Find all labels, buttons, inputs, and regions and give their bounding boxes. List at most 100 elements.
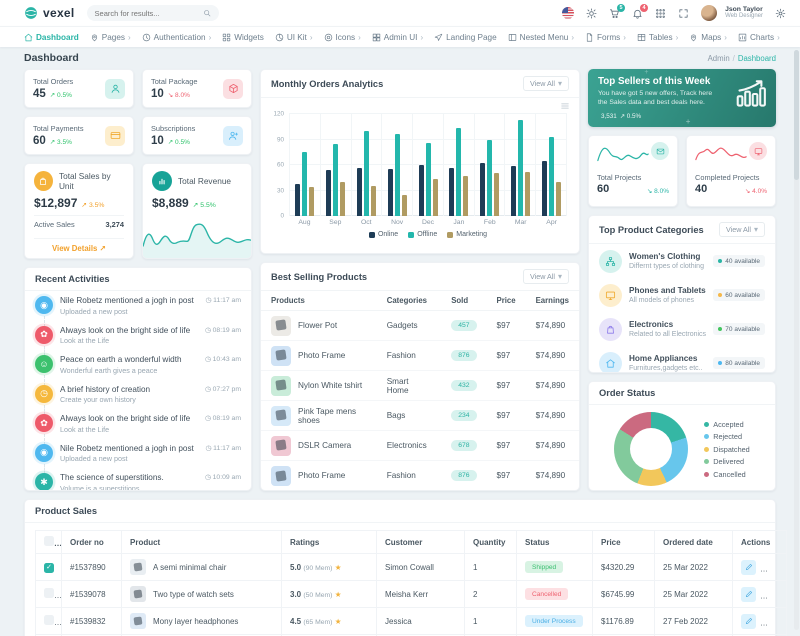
nav-item-landing-page[interactable]: Landing Page <box>434 33 497 42</box>
chart-menu-icon[interactable] <box>560 101 570 111</box>
select-all-checkbox[interactable] <box>44 536 54 546</box>
nav-item-charts[interactable]: Charts › <box>738 33 780 42</box>
bar-online[interactable] <box>449 167 455 216</box>
column-header-order-no[interactable]: Order no <box>61 530 122 554</box>
bar-marketing[interactable] <box>463 176 469 216</box>
bar-offline[interactable] <box>333 143 339 216</box>
bar-marketing[interactable] <box>524 171 530 216</box>
nav-item-pages[interactable]: Pages › <box>90 33 131 42</box>
legend-item-accepted[interactable]: Accepted <box>704 420 750 429</box>
table-row[interactable]: Nylon White tshirt Smart Home 432 $97 $74,89… <box>261 370 579 401</box>
column-header-status[interactable]: Status <box>516 530 593 554</box>
legend-item-offline[interactable]: Offline <box>408 231 437 238</box>
column-header-customer[interactable]: Customer <box>376 530 465 554</box>
bar-offline[interactable] <box>425 142 431 216</box>
nav-item-admin-ui[interactable]: Admin UI › <box>372 33 423 42</box>
activity-item[interactable]: ✿ Always look on the bright side of life L… <box>25 321 251 356</box>
brand-logo[interactable]: vexel <box>24 6 75 20</box>
bar-online[interactable] <box>387 169 393 216</box>
column-header-price[interactable]: Price <box>486 291 526 311</box>
table-row[interactable]: Pink Tape mens shoes Bags 234 $97 $74,890 <box>261 400 579 431</box>
category-item-phones-and-tablets[interactable]: Phones and Tablets All models of phones 60… <box>589 278 775 312</box>
table-row[interactable]: ✓ #1537890 A semi minimal chair 5.0 (90 Mem… <box>35 553 787 581</box>
category-item-women-s-clothing[interactable]: Women's Clothing Differnt types of clothi… <box>589 244 775 278</box>
bar-marketing[interactable] <box>340 182 346 216</box>
column-header-actions[interactable]: Actions <box>732 530 787 554</box>
column-header-earnings[interactable]: Earnings <box>525 291 579 311</box>
row-checkbox[interactable]: ✓ <box>44 562 54 573</box>
column-header-ratings[interactable]: Ratings <box>281 530 377 554</box>
nav-item-tables[interactable]: Tables › <box>637 33 678 42</box>
category-item-electronics[interactable]: Electronics Related to all Electronics 70 … <box>589 312 775 346</box>
edit-button[interactable] <box>741 586 756 602</box>
order-status-donut-chart[interactable] <box>614 412 689 486</box>
view-details-link[interactable]: View Details ↗ <box>34 238 124 253</box>
nav-item-widgets[interactable]: Widgets <box>222 33 264 42</box>
bar-offline[interactable] <box>394 133 400 216</box>
bar-online[interactable] <box>418 165 424 216</box>
table-row[interactable]: Flower Pot Gadgets 457 $97 $74,890 <box>261 310 579 341</box>
search-input[interactable] <box>94 8 198 18</box>
activity-item[interactable]: ✱ The science of superstitions. Volume is … <box>25 468 251 490</box>
activity-item[interactable]: ☺ Peace on earth a wonderful width Wonderf… <box>25 350 251 385</box>
column-header-quantity[interactable]: Quantity <box>464 530 517 554</box>
legend-item-online[interactable]: Online <box>368 231 398 238</box>
bar-marketing[interactable] <box>432 178 438 216</box>
activity-item[interactable]: ◉ Nile Robetz mentioned a jogh in post Upl… <box>25 439 251 474</box>
table-row[interactable]: Photo Frame Fashion 876 $97 $74,890 <box>261 340 579 371</box>
bar-offline[interactable] <box>302 152 308 216</box>
legend-item-cancelled[interactable]: Cancelled <box>704 470 750 479</box>
breadcrumb-parent[interactable]: Admin <box>708 54 730 63</box>
apps-grid-icon[interactable] <box>655 8 666 19</box>
nav-item-icons[interactable]: Icons › <box>324 33 361 42</box>
settings-gear-icon[interactable] <box>775 8 786 19</box>
edit-button[interactable] <box>741 559 756 575</box>
activity-item[interactable]: ✿ Always look on the bright side of life L… <box>25 409 251 444</box>
bar-offline[interactable] <box>456 127 462 216</box>
fullscreen-icon[interactable] <box>678 8 689 19</box>
theme-sun-icon[interactable] <box>586 8 597 19</box>
language-flag-icon[interactable] <box>562 7 575 19</box>
row-checkbox[interactable] <box>44 615 54 625</box>
activity-item[interactable]: ◉ Nile Robetz mentioned a jogh in post Upl… <box>25 291 251 326</box>
monthly-orders-view-all-button[interactable]: View All ▾ <box>522 76 569 91</box>
column-header-categories[interactable]: Categories <box>376 291 442 311</box>
bar-online[interactable] <box>510 165 516 216</box>
scrollbar[interactable] <box>794 50 799 630</box>
user-info[interactable]: Json Taylor Web Designer <box>725 6 763 21</box>
table-row[interactable]: Photo Frame Fashion 876 $97 $74,890 <box>261 461 579 491</box>
row-checkbox[interactable] <box>44 588 54 598</box>
column-header-price[interactable]: Price <box>592 530 655 554</box>
column-header-product[interactable]: Product <box>121 530 282 554</box>
nav-item-authentication[interactable]: Authentication › <box>142 33 211 42</box>
bar-online[interactable] <box>541 160 547 216</box>
nav-item-nested-menu[interactable]: Nested Menu › <box>508 33 574 42</box>
bar-marketing[interactable] <box>309 187 315 216</box>
column-header-products[interactable]: Products <box>261 291 377 311</box>
table-row[interactable]: #1539832 Mony layer headphones 4.5 (65 Mem… <box>35 607 787 635</box>
bar-online[interactable] <box>356 168 362 216</box>
bar-online[interactable] <box>295 183 301 216</box>
search-box[interactable] <box>86 5 219 21</box>
bar-offline[interactable] <box>548 136 554 216</box>
bar-online[interactable] <box>480 163 486 216</box>
bar-offline[interactable] <box>517 119 523 216</box>
activity-item[interactable]: ◷ A brief history of creation Create your … <box>25 380 251 415</box>
category-item-home-appliances[interactable]: Home Appliances Furnitures,gadgets etc.. 8… <box>589 346 775 372</box>
bar-marketing[interactable] <box>401 194 407 216</box>
search-icon[interactable] <box>203 9 211 17</box>
top-categories-view-all-button[interactable]: View All ▾ <box>718 222 765 237</box>
nav-item-ui-kit[interactable]: UI Kit › <box>275 33 313 42</box>
bar-marketing[interactable] <box>555 182 561 216</box>
table-row[interactable]: #1539078 Two type of watch sets 3.0 (50 Me… <box>35 580 787 608</box>
bar-online[interactable] <box>326 170 332 216</box>
nav-item-forms[interactable]: Forms › <box>585 33 626 42</box>
table-row[interactable]: DSLR Camera Electronics 678 $97 $74,890 <box>261 430 579 461</box>
legend-item-marketing[interactable]: Marketing <box>447 231 487 238</box>
column-header-sold[interactable]: Sold <box>441 291 487 311</box>
bar-offline[interactable] <box>487 139 493 216</box>
legend-item-dispatched[interactable]: Dispatched <box>704 445 750 454</box>
bar-marketing[interactable] <box>370 186 376 216</box>
user-avatar[interactable] <box>701 5 718 21</box>
bar-marketing[interactable] <box>494 172 500 216</box>
